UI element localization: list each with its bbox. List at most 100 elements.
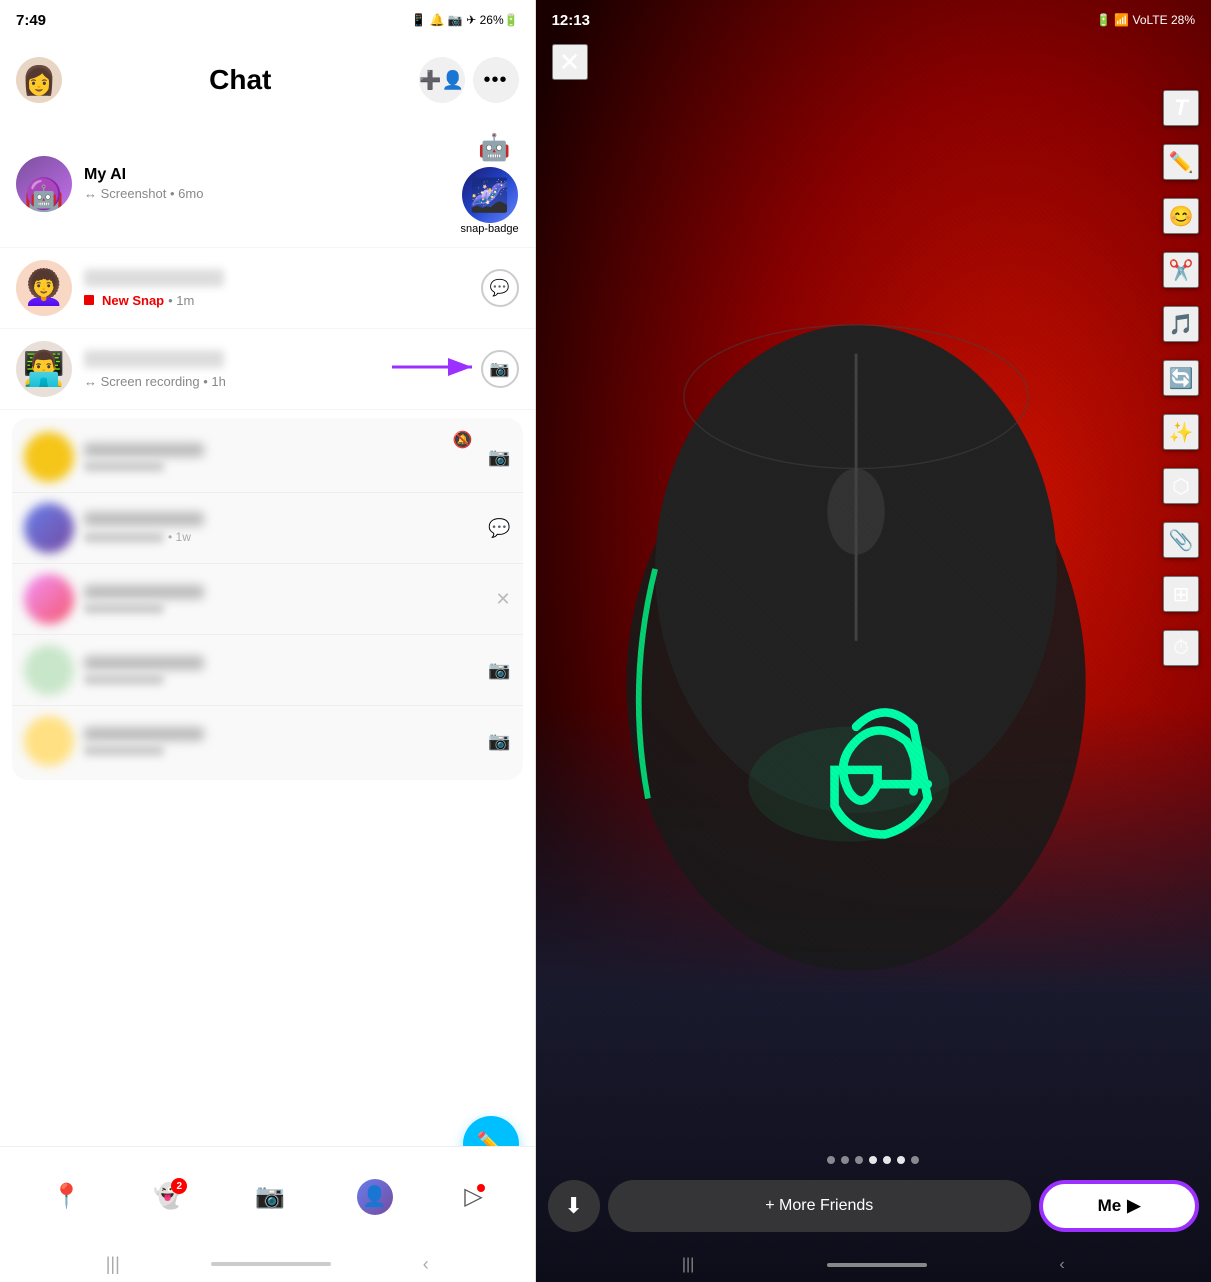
group-item-2[interactable]: • 1w 💬 <box>12 493 523 564</box>
blurred-group: 🔕 📷 • 1w 💬 <box>12 418 523 780</box>
dot-1 <box>827 1156 835 1164</box>
snap-action-buttons: ⬇ + More Friends Me ▶ <box>548 1180 1199 1232</box>
friend1-chat-icon[interactable]: 💬 <box>481 269 519 307</box>
snap-tools: T ✏️ 😊 ✂️ 🎵 🔄 ✨ ⬡ 📎 ⊞ ⏱ <box>1163 90 1199 666</box>
group-info-5 <box>84 727 488 756</box>
mute-icon: 🔕 <box>453 430 473 450</box>
friend1-preview: New Snap • 1m <box>84 293 481 308</box>
snap-photo-background <box>536 0 1211 1282</box>
more-menu-button[interactable]: ••• <box>473 57 519 103</box>
group-avatar-2 <box>24 503 74 553</box>
group-item-1[interactable]: 🔕 📷 <box>12 422 523 493</box>
group-item-4[interactable]: 📷 <box>12 635 523 706</box>
group-time-2: • 1w <box>168 530 191 544</box>
send-arrow-icon: ▶ <box>1127 1196 1140 1216</box>
group-chat-icon-2: 💬 <box>488 518 510 539</box>
my-ai-preview: ↔ Screenshot • 6mo <box>84 186 460 201</box>
more-friends-label: + More Friends <box>765 1197 873 1215</box>
friend2-name-blur <box>84 350 224 368</box>
timer-tool-button[interactable]: ⏱ <box>1163 630 1199 666</box>
magic-tool-button[interactable]: ✨ <box>1163 414 1199 450</box>
snap-badge-label: snap-badge <box>460 223 518 235</box>
close-snap-button[interactable]: ✕ <box>552 44 588 80</box>
text-tool-button[interactable]: T <box>1163 90 1199 126</box>
friend1-avatar: 👩‍🦱 <box>16 260 72 316</box>
group-camera-icon-5: 📷 <box>488 731 510 752</box>
bottom-navigation: 📍 👻 2 📷 👤 ▷ <box>0 1146 535 1246</box>
snap-top-bar: ✕ <box>536 44 1211 80</box>
dot-5 <box>883 1156 891 1164</box>
header-actions: ➕👤 ••• <box>419 57 519 103</box>
chat-item-friend1[interactable]: 👩‍🦱 New Snap • 1m 💬 <box>0 248 535 329</box>
add-friend-button[interactable]: ➕👤 <box>419 57 465 103</box>
group-info-1 <box>84 443 488 472</box>
nav-profile[interactable]: 👤 <box>357 1179 393 1215</box>
lens-tool-button[interactable]: 🔄 <box>1163 360 1199 396</box>
download-snap-button[interactable]: ⬇ <box>548 1180 600 1232</box>
friend1-name-blur <box>84 269 224 287</box>
my-ai-info: My AI ↔ Screenshot • 6mo <box>84 166 460 201</box>
home-bar-left <box>211 1262 331 1266</box>
group-avatar-5 <box>24 716 74 766</box>
group-avatar-3 <box>24 574 74 624</box>
status-bar-left: 7:49 📱 🔔 📷 ✈ 26%🔋 <box>0 0 535 40</box>
chat-list: 🟣 🤖 My AI ↔ Screenshot • 6mo 🤖 🌌 snap-ba… <box>0 120 535 1146</box>
group-x-icon-3: ✕ <box>495 589 510 610</box>
scissors-tool-button[interactable]: ✂️ <box>1163 252 1199 288</box>
crop-tool-button[interactable]: ⊞ <box>1163 576 1199 612</box>
eraser-tool-button[interactable]: ⬡ <box>1163 468 1199 504</box>
status-bar-right: 12:13 🔋 📶 VoLTE 28% <box>536 0 1211 40</box>
link-tool-button[interactable]: 📎 <box>1163 522 1199 558</box>
profile-avatar[interactable]: 👩 <box>16 57 62 103</box>
snap-badge[interactable]: 🌌 snap-badge <box>460 167 518 235</box>
friend1-right: 💬 <box>481 269 519 307</box>
status-icons-left: 📱 🔔 📷 ✈ 26%🔋 <box>411 13 518 27</box>
friend2-preview: ↔ Screen recording • 1h <box>84 374 481 389</box>
friend2-camera-icon[interactable]: 📷 <box>481 350 519 388</box>
nav-map[interactable]: 📍 <box>52 1182 82 1211</box>
home-bar-right <box>827 1263 927 1267</box>
group-item-5[interactable]: 📷 <box>12 706 523 776</box>
group-item-3[interactable]: ✕ <box>12 564 523 635</box>
dot-2 <box>841 1156 849 1164</box>
stories-badge: 2 <box>171 1178 187 1194</box>
snap-bottom-section: ⬇ + More Friends Me ▶ <box>536 1156 1211 1232</box>
more-friends-button[interactable]: + More Friends <box>608 1180 1031 1232</box>
dot-4 <box>869 1156 877 1164</box>
nav-camera[interactable]: 📷 <box>255 1182 285 1211</box>
new-snap-label: New Snap <box>102 293 164 308</box>
my-ai-avatar: 🟣 🤖 <box>16 156 72 212</box>
nav-stories[interactable]: 👻 2 <box>153 1182 183 1211</box>
nav-spotlight[interactable]: ▷ <box>464 1182 482 1211</box>
friend1-time: • 1m <box>168 293 194 308</box>
time-right: 12:13 <box>552 12 590 29</box>
ai-robot-badge: 🤖 <box>478 132 510 163</box>
time-left: 7:49 <box>16 12 46 29</box>
dot-7 <box>911 1156 919 1164</box>
sticker-tool-button[interactable]: 😊 <box>1163 198 1199 234</box>
group-camera-icon-4: 📷 <box>488 660 510 681</box>
chat-item-my-ai[interactable]: 🟣 🤖 My AI ↔ Screenshot • 6mo 🤖 🌌 snap-ba… <box>0 120 535 248</box>
group-avatar-4 <box>24 645 74 695</box>
page-title: Chat <box>62 64 419 96</box>
send-me-button[interactable]: Me ▶ <box>1039 1180 1199 1232</box>
snap-badge-icon: 🌌 <box>462 167 518 223</box>
my-ai-name: My AI <box>84 166 460 184</box>
my-ai-right: 🤖 🌌 snap-badge <box>460 132 518 235</box>
group-info-3 <box>84 585 495 614</box>
friend2-info: ↔ Screen recording • 1h <box>84 350 481 389</box>
map-icon: 📍 <box>52 1183 82 1210</box>
chat-item-friend2[interactable]: 👨‍💻 ↔ Screen recording • 1h 📷 <box>0 329 535 410</box>
home-indicator-right: ||| ‹ <box>536 1256 1211 1274</box>
download-icon: ⬇ <box>564 1193 582 1219</box>
music-tool-button[interactable]: 🎵 <box>1163 306 1199 342</box>
profile-nav-avatar: 👤 <box>357 1179 393 1215</box>
friend2-right: 📷 <box>481 350 519 388</box>
left-panel: 7:49 📱 🔔 📷 ✈ 26%🔋 👩 Chat ➕👤 ••• 🟣 🤖 <box>0 0 535 1282</box>
status-icons-right: 🔋 📶 VoLTE 28% <box>1096 13 1195 27</box>
right-panel: 12:13 🔋 📶 VoLTE 28% ✕ T ✏️ 😊 ✂️ 🎵 🔄 <box>536 0 1211 1282</box>
dot-6 <box>897 1156 905 1164</box>
spotlight-red-dot <box>477 1184 485 1192</box>
friend2-avatar: 👨‍💻 <box>16 341 72 397</box>
pen-tool-button[interactable]: ✏️ <box>1163 144 1199 180</box>
